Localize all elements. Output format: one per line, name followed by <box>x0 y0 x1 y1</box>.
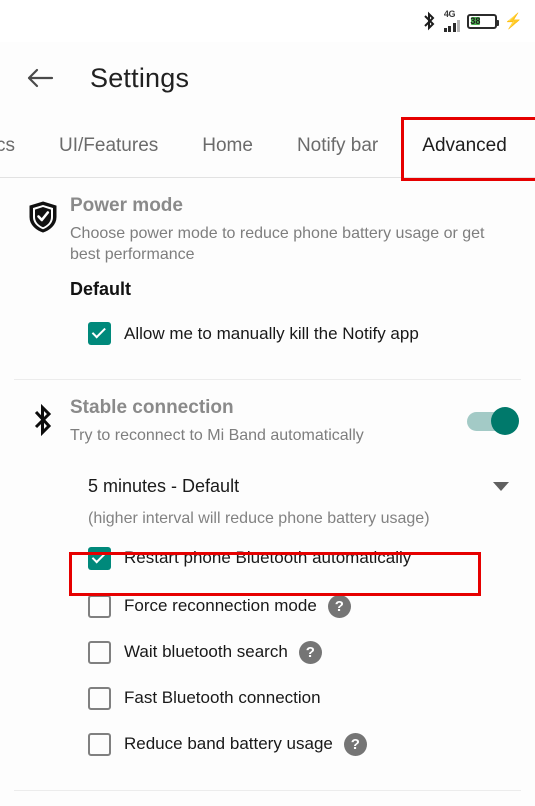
checkbox-label-force-reconnection: Force reconnection mode <box>124 596 317 616</box>
settings-screen: 4G 38 ⚡ Settings cs UI/Features Home Not… <box>0 0 535 806</box>
reconnect-interval-dropdown[interactable]: 5 minutes - Default <box>0 464 535 508</box>
stable-connection-toggle[interactable] <box>465 404 519 438</box>
bluetooth-icon <box>16 396 70 446</box>
help-icon-reduce-band-battery[interactable]: ? <box>343 732 367 756</box>
checkbox-row-kill-notify-app[interactable]: Allow me to manually kill the Notify app <box>0 314 535 354</box>
power-mode-value: Default <box>70 278 132 299</box>
checkbox-label-reduce-band-battery: Reduce band battery usage <box>124 734 333 754</box>
checkbox-row-force-reconnection[interactable]: Force reconnection mode ? <box>0 586 535 626</box>
status-bar: 4G 38 ⚡ <box>0 0 535 42</box>
bluetooth-icon <box>422 11 437 32</box>
checkbox-label-restart-bluetooth: Restart phone Bluetooth automatically <box>124 548 412 568</box>
stable-connection-description: Try to reconnect to Mi Band automaticall… <box>70 426 364 444</box>
power-mode-row: Power mode Choose power mode to reduce p… <box>0 194 535 300</box>
stable-connection-row: Stable connection Try to reconnect to Mi… <box>0 396 535 446</box>
tab-bar: cs UI/Features Home Notify bar Advanced <box>0 114 535 178</box>
app-bar: Settings <box>0 42 535 114</box>
network-signal-icon: 4G <box>443 9 461 32</box>
chevron-down-icon[interactable] <box>493 481 509 491</box>
checkbox-row-reduce-band-battery[interactable]: Reduce band battery usage ? <box>0 724 535 764</box>
checkbox-restart-bluetooth[interactable] <box>88 546 111 570</box>
page-title: Settings <box>90 62 190 93</box>
charging-bolt-icon: ⚡ <box>504 12 523 30</box>
power-mode-title: Power mode <box>70 195 183 216</box>
checkbox-row-wait-bluetooth-search[interactable]: Wait bluetooth search ? <box>0 632 535 672</box>
help-icon-wait-bluetooth-search[interactable]: ? <box>298 640 322 664</box>
checkbox-kill-notify-app[interactable] <box>88 322 111 346</box>
checkbox-row-fast-bluetooth-connection[interactable]: Fast Bluetooth connection <box>0 678 535 718</box>
battery-percent-label: 38 <box>470 16 481 26</box>
tab-advanced[interactable]: Advanced <box>400 135 529 157</box>
stable-connection-section: Stable connection Try to reconnect to Mi… <box>0 380 535 772</box>
shield-check-icon <box>16 194 70 300</box>
tab-cs[interactable]: cs <box>0 135 37 157</box>
checkbox-reduce-band-battery[interactable] <box>88 732 111 756</box>
tab-ui-features[interactable]: UI/Features <box>37 135 180 157</box>
checkbox-label-fast-bluetooth-connection: Fast Bluetooth connection <box>124 688 321 708</box>
signal-bars-icon <box>443 20 461 32</box>
reconnect-interval-value: 5 minutes - Default <box>88 475 240 496</box>
checkbox-fast-bluetooth-connection[interactable] <box>88 686 111 710</box>
reconnect-interval-hint: (higher interval will reduce phone batte… <box>88 510 430 528</box>
checkbox-label-wait-bluetooth-search: Wait bluetooth search <box>124 642 288 662</box>
checkbox-force-reconnection[interactable] <box>88 594 111 618</box>
checkbox-row-restart-bluetooth[interactable]: Restart phone Bluetooth automatically <box>0 538 535 578</box>
stable-connection-title: Stable connection <box>70 396 234 418</box>
section-divider-2 <box>14 790 521 792</box>
power-mode-section: Power mode Choose power mode to reduce p… <box>0 178 535 362</box>
battery-icon: 38 <box>467 13 500 29</box>
power-mode-text: Power mode Choose power mode to reduce p… <box>70 194 519 300</box>
tab-home[interactable]: Home <box>180 135 275 157</box>
help-icon-force-reconnection[interactable]: ? <box>327 594 351 618</box>
power-mode-description: Choose power mode to reduce phone batter… <box>70 224 485 264</box>
checkbox-label-kill-notify-app: Allow me to manually kill the Notify app <box>124 323 419 343</box>
checkbox-wait-bluetooth-search[interactable] <box>88 640 111 664</box>
tab-notify-bar[interactable]: Notify bar <box>275 135 400 157</box>
network-type-label: 4G <box>443 9 456 19</box>
back-arrow-icon[interactable] <box>18 56 62 100</box>
stable-connection-text: Stable connection Try to reconnect to Mi… <box>70 396 465 446</box>
